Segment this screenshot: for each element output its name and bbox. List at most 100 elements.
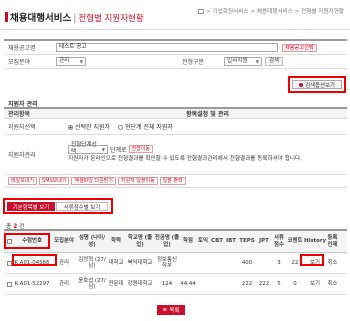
cell-jpt: 222: [258, 280, 270, 287]
cell-name[interactable]: 윤호섭 (27/남): [78, 274, 106, 294]
th-school: 학교명 (졸업): [127, 235, 153, 248]
page-title: 채용대행서비스 | 전형별 지원자현황: [10, 10, 144, 24]
posting-label: 채용공고명: [8, 45, 36, 52]
score-view-button[interactable]: 서류점수별 보기: [56, 202, 108, 211]
th-education: 학력: [111, 238, 121, 245]
field-select[interactable]: 관리 ▼: [56, 57, 86, 66]
search-form: 채용공고명 테스트 공고 채용공고선택 모집분야 관리 ▼ 전형구분 입사지원 ▼ …: [4, 39, 347, 69]
th-history: History: [304, 238, 326, 245]
view-buttons-highlight: 기본항목별 보기 서류점수별 보기: [3, 198, 113, 214]
search-options-button[interactable]: 검색옵션보기: [292, 80, 342, 89]
cell-doc-score: 3: [277, 259, 281, 266]
breadcrumb: > 기업회원서비스 > 채용대행서비스 > 전형별 지원자현황: [198, 7, 344, 15]
cell-field: 관리: [59, 280, 69, 287]
cell-school: 북익대학교: [127, 259, 153, 266]
management-header: 관리항목 항목설정 및 관리: [4, 109, 347, 119]
list-button[interactable]: ≡ 목록: [157, 305, 185, 315]
bulk-move-button[interactable]: 지원자 일괄이동: [117, 177, 158, 185]
list-button-label: 목록: [169, 308, 180, 314]
send-mail-button[interactable]: 메일보내기: [8, 177, 38, 185]
basic-view-button[interactable]: 기본항목별 보기: [7, 202, 55, 211]
posting-row: 채용공고명 테스트 공고 채용공고선택: [4, 41, 347, 55]
search-options-label: 검색옵션보기: [305, 82, 335, 89]
cell-exam-no[interactable]: K.A01-52297: [14, 274, 50, 294]
manage-content: 전형단계선택 ▼ 단계로 전형이동 지원자가 온라인으로 전형결과를 확인할 수 …: [68, 142, 347, 165]
manage-description: 지원자가 온라인으로 전형결과를 확인할 수 있도록 전형결과관리에서 전형결과…: [68, 155, 302, 162]
cell-history[interactable]: 보기: [304, 274, 326, 294]
chevron-down-icon: ▼: [101, 146, 105, 152]
cell-comment: 0: [293, 280, 297, 287]
cell-toeic: [196, 274, 210, 294]
cell-jpt: [256, 253, 272, 273]
th-gpa: 학점: [183, 238, 193, 245]
chevron-down-icon: ▼: [255, 59, 259, 64]
row-checkbox-cell: [4, 274, 14, 294]
exam-no-highlight: [12, 254, 57, 266]
excel-download-button[interactable]: 엑셀파일 다운받기: [71, 177, 116, 185]
cell-cbt: [210, 253, 224, 273]
cell-talent[interactable]: 취소: [326, 274, 339, 294]
stage-select-value: 입사지원: [227, 58, 248, 64]
cell-talent[interactable]: 취소: [326, 253, 339, 273]
cell-teps: 400: [241, 259, 253, 266]
list-icon: ≡: [162, 307, 168, 313]
service-title: 채용대행서비스: [10, 13, 72, 24]
row-checkbox[interactable]: [6, 281, 12, 287]
radio-selected[interactable]: [68, 125, 73, 130]
bullet-icon: [299, 82, 304, 87]
cell-toeic: [196, 253, 210, 273]
cell-name[interactable]: 김정혁 (27/남): [78, 253, 106, 273]
th-doc-score: 서류 점수: [274, 235, 284, 248]
search-options-highlight: 검색옵션보기: [288, 76, 346, 93]
search-small-button[interactable]: 검색: [265, 57, 283, 66]
select-label: 지원자선택: [8, 124, 36, 131]
th-talent: 등록 인재: [327, 235, 338, 248]
manage-label: 지원자관리: [8, 152, 36, 159]
posting-input[interactable]: 테스트 공고: [56, 43, 278, 52]
send-sms-button[interactable]: SMS보내기: [39, 177, 70, 185]
cell-cbt: [210, 274, 224, 294]
exam-no-header-highlight: [4, 233, 50, 249]
stage-move-select[interactable]: 전형단계선택 ▼: [68, 142, 108, 155]
move-stage-button[interactable]: 전형이동: [128, 145, 153, 153]
cell-gpa: 44,44: [180, 280, 196, 287]
home-icon[interactable]: [198, 9, 205, 14]
cell-major: 124: [161, 280, 173, 287]
th-comment: 코멘트: [287, 238, 303, 245]
cell-school: 강원대학교: [127, 280, 153, 287]
cell-education: 전문대: [108, 280, 124, 287]
stage-label: 전형구분: [182, 59, 205, 66]
col-setting: 항목설정 및 관리: [186, 111, 229, 118]
page-subtitle: 전형별 지원자현황: [78, 14, 144, 24]
field-label: 모집분야: [8, 59, 31, 66]
chevron-down-icon: ▼: [79, 59, 83, 64]
th-jpt: JPT: [259, 238, 269, 245]
title-marker: [5, 12, 8, 22]
radio-all[interactable]: [117, 125, 123, 130]
th-toeic: 토익: [198, 238, 208, 245]
select-posting-button[interactable]: 채용공고선택: [282, 43, 317, 52]
stage-suffix: 단계로: [110, 146, 127, 154]
score-highlight: [300, 254, 324, 266]
row-checkbox[interactable]: [6, 260, 12, 266]
cell-gpa: [180, 253, 196, 273]
cell-teps: 222: [241, 280, 253, 287]
field-select-value: 관리: [59, 58, 70, 64]
cell-ibt: [224, 274, 238, 294]
th-field: 모집분야: [54, 238, 74, 245]
th-cbt: CBT: [211, 238, 223, 245]
cell-ibt: [224, 253, 238, 273]
col-item: 관리항목: [8, 111, 31, 118]
bulk-print-button[interactable]: 일괄 출력: [159, 177, 186, 185]
th-teps: TEPS: [239, 238, 255, 245]
stage-move-select-value: 전형단계선택: [71, 142, 97, 155]
cell-major: 정보통신 학부: [157, 256, 177, 270]
stage-select[interactable]: 입사지원 ▼: [224, 57, 262, 66]
table-row[interactable]: K.A01-52297 관리 윤호섭 (27/남) 전문대 강원대학교 124 …: [4, 274, 347, 295]
title-separator: |: [73, 13, 77, 24]
th-name: 성명 (나이/성): [78, 235, 106, 248]
option-selected-label: 선택한 지원자: [75, 124, 111, 131]
management-table: 관리항목 항목설정 및 관리 지원자선택 선택한 지원자 현단계 전체 지원자 …: [4, 107, 347, 188]
action-buttons-row: 메일보내기 SMS보내기 엑셀파일 다운받기 지원자 일괄이동 일괄 출력: [4, 175, 347, 188]
breadcrumb-text[interactable]: > 기업회원서비스 > 채용대행서비스 > 전형별 지원자현황: [206, 9, 344, 15]
